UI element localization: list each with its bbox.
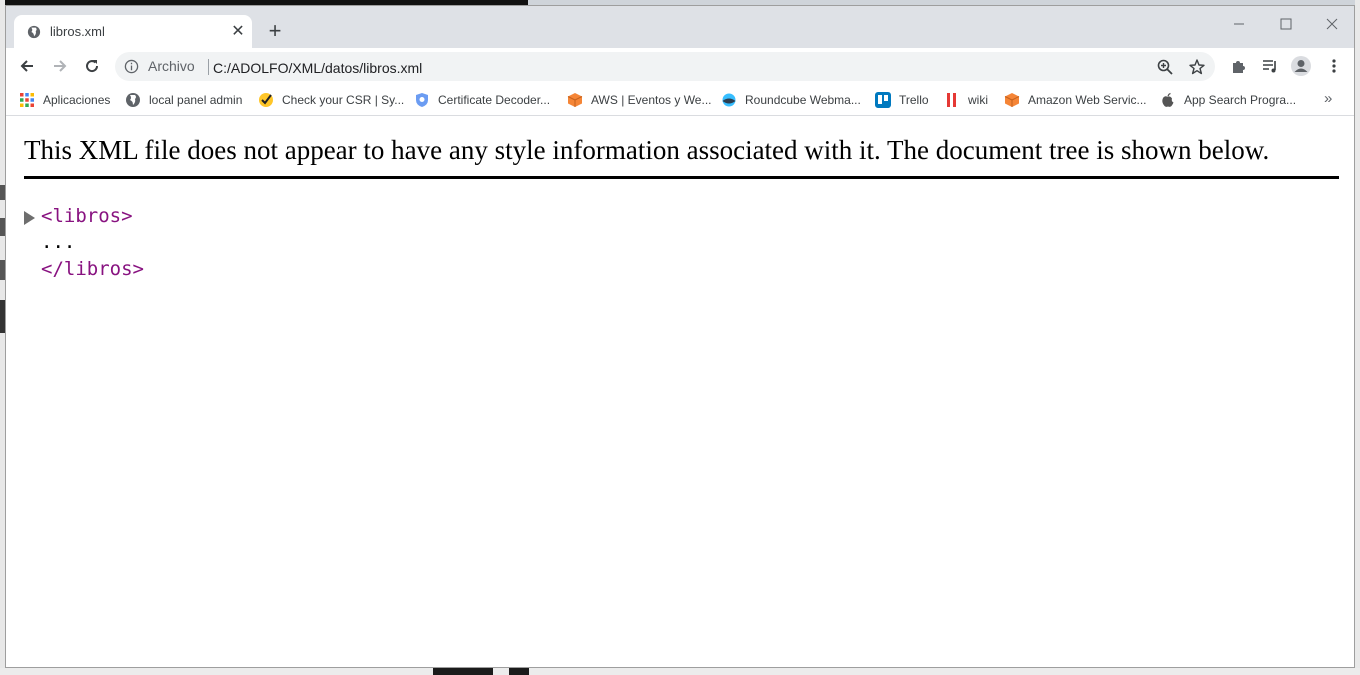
bookmark-label: App Search Progra... [1184, 93, 1297, 107]
globe-icon [126, 93, 140, 107]
bookmark-trello[interactable]: Trello [875, 90, 929, 110]
avatar-icon [1291, 56, 1311, 76]
extensions-button[interactable] [1227, 55, 1249, 77]
desktop-background-right [1355, 0, 1360, 675]
zoom-icon[interactable] [1156, 58, 1174, 76]
reload-icon [86, 60, 99, 73]
bookmark-label: Trello [899, 93, 929, 107]
forward-button[interactable] [46, 52, 74, 80]
bookmark-certificate-decoder[interactable]: Certificate Decoder... [414, 90, 550, 110]
bookmark-roundcube[interactable]: Roundcube Webma... [721, 90, 861, 110]
info-icon[interactable] [124, 59, 139, 74]
bookmark-label: Aplicaciones [43, 93, 111, 107]
close-window-button[interactable] [1309, 10, 1354, 38]
tab-title: libros.xml [50, 24, 105, 39]
aws-cube-icon [567, 93, 583, 107]
tab-strip: libros.xml ✕ + [6, 6, 1354, 48]
arrow-right-icon [54, 60, 67, 72]
star-icon[interactable] [1188, 58, 1206, 76]
maximize-button[interactable] [1263, 10, 1309, 38]
norton-check-icon [259, 93, 273, 107]
menu-button[interactable] [1323, 55, 1345, 77]
address-separator [208, 59, 209, 75]
profile-button[interactable] [1290, 55, 1312, 77]
xml-style-message: This XML file does not appear to have an… [24, 135, 1270, 165]
maximize-icon [1280, 18, 1292, 30]
new-tab-button[interactable]: + [264, 18, 286, 43]
divider [24, 176, 1339, 179]
bookmark-aplicaciones[interactable]: Aplicaciones [19, 90, 110, 110]
expand-arrow-icon[interactable] [24, 211, 35, 225]
url-input[interactable] [211, 56, 1115, 79]
apps-grid-icon [20, 93, 34, 107]
minimize-icon [1234, 23, 1244, 25]
tab-libros-xml[interactable]: libros.xml ✕ [14, 15, 252, 48]
bookmark-wiki[interactable]: wiki [944, 90, 988, 110]
bookmark-local-panel-admin[interactable]: local panel admin [125, 90, 242, 110]
xml-collapsed-ellipsis: ... [41, 231, 76, 253]
browser-window: libros.xml ✕ + Archivo C:/ADOLFO/XML/dat… [5, 5, 1355, 668]
bookmark-label: Amazon Web Servic... [1028, 93, 1147, 107]
browser-toolbar: Archivo [6, 48, 1354, 85]
close-icon [1326, 18, 1338, 30]
xml-close-tag: </libros> [41, 258, 144, 280]
bookmark-label: local panel admin [149, 93, 243, 107]
scheme-chip[interactable]: Archivo [148, 58, 195, 74]
playlist-icon [1263, 60, 1276, 73]
bookmark-check-csr[interactable]: Check your CSR | Sy... [258, 90, 404, 110]
trello-icon [875, 92, 891, 108]
media-control-button[interactable] [1259, 55, 1281, 77]
arrow-left-icon [20, 60, 33, 72]
reload-button[interactable] [78, 52, 106, 80]
bookmark-app-search[interactable]: App Search Progra... [1160, 90, 1296, 110]
bookmark-label: wiki [968, 93, 988, 107]
bookmark-label: Roundcube Webma... [745, 93, 861, 107]
aws-cube-icon [1004, 93, 1020, 107]
more-vert-icon [1332, 59, 1336, 73]
bookmark-label: Certificate Decoder... [438, 93, 551, 107]
bookmark-aws-eventos[interactable]: AWS | Eventos y We... [567, 90, 712, 110]
shield-icon [416, 93, 428, 107]
back-button[interactable] [13, 52, 41, 80]
roundcube-icon [722, 93, 736, 107]
apple-icon [1162, 92, 1174, 107]
bookmark-label: AWS | Eventos y We... [591, 93, 712, 107]
wiki-icon [947, 93, 956, 107]
taskbar-fragment [0, 668, 1360, 675]
bookmark-label: Check your CSR | Sy... [282, 93, 405, 107]
globe-icon [27, 25, 41, 39]
page-content: This XML file does not appear to have an… [6, 116, 1354, 667]
address-bar[interactable]: Archivo [115, 52, 1215, 81]
puzzle-icon [1233, 61, 1245, 73]
bookmark-amazon-web-services[interactable]: Amazon Web Servic... [1004, 90, 1147, 110]
bookmarks-bar: Aplicaciones local panel admin Check you… [6, 85, 1354, 116]
minimize-button[interactable] [1216, 10, 1262, 38]
xml-open-tag[interactable]: <libros> [41, 205, 133, 227]
more-bookmarks-button[interactable]: » [1324, 90, 1332, 107]
close-tab-icon[interactable]: ✕ [228, 21, 248, 41]
